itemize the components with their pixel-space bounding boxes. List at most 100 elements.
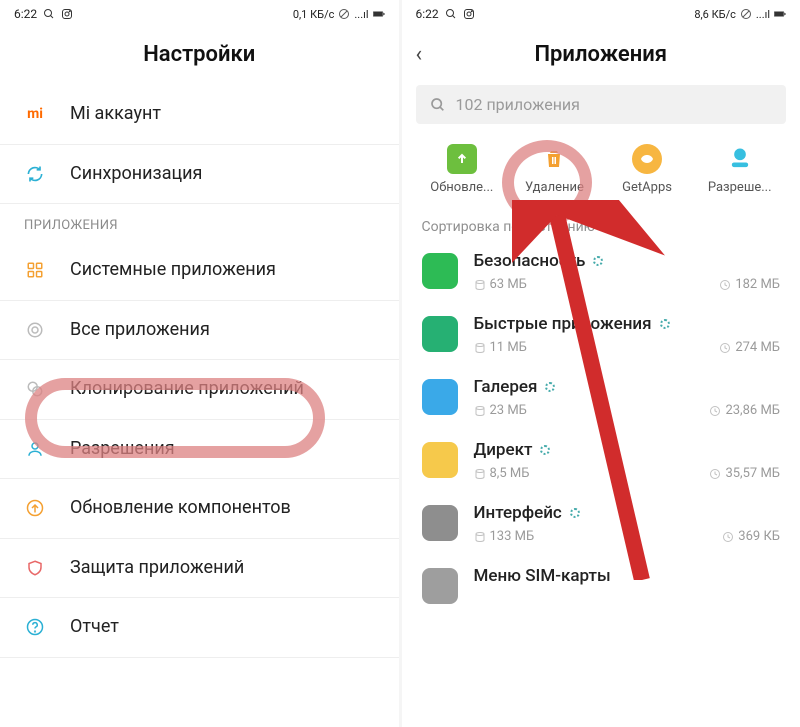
action-label: Обновле... <box>430 180 493 195</box>
clock: 6:22 <box>14 7 37 21</box>
trash-icon <box>539 144 569 174</box>
sort-dropdown[interactable]: Сортировка по состоянию ⌄ <box>402 209 800 241</box>
app-icon <box>422 568 458 604</box>
circle-ring-icon <box>24 319 46 341</box>
row-all-apps[interactable]: Все приложения <box>0 301 399 361</box>
app-item-quickapps[interactable]: Быстрые приложения 11 МБ 274 МБ <box>402 304 800 367</box>
row-system-apps[interactable]: Системные приложения <box>0 241 399 301</box>
no-sim-icon <box>338 8 350 20</box>
chevron-down-icon: ⌄ <box>603 219 615 235</box>
search-icon <box>43 8 55 20</box>
battery-icon <box>373 8 385 20</box>
row-clone-apps[interactable]: Клонирование приложений <box>0 360 399 420</box>
upload-icon <box>24 497 46 519</box>
row-label: Отчет <box>70 616 119 639</box>
action-permissions[interactable]: Разреше... <box>693 144 786 195</box>
title-bar: Настройки <box>0 28 399 85</box>
clock-icon <box>709 405 721 417</box>
battery-icon <box>774 8 786 20</box>
row-label: Синхронизация <box>70 163 202 186</box>
app-icon <box>422 253 458 289</box>
clock: 6:22 <box>416 7 439 21</box>
network-speed: 8,6 КБ/с <box>694 8 736 21</box>
row-sync[interactable]: Синхронизация <box>0 145 399 205</box>
loading-icon <box>540 445 550 455</box>
app-item-direct[interactable]: Директ 8,5 МБ 35,57 МБ <box>402 430 800 493</box>
mi-logo-icon: mi <box>24 103 46 125</box>
search-icon <box>430 97 446 113</box>
clone-icon <box>24 378 46 400</box>
app-name: Быстрые приложения <box>474 314 652 334</box>
storage-icon <box>474 342 486 354</box>
app-name: Интерфейс <box>474 503 562 523</box>
row-mi-account[interactable]: mi Mi аккаунт <box>0 85 399 145</box>
page-title: Настройки <box>143 42 255 67</box>
permissions-icon <box>725 144 755 174</box>
app-item-sim-menu[interactable]: Меню SIM-карты <box>402 556 800 616</box>
loading-icon <box>570 508 580 518</box>
app-time: 23,86 МБ <box>725 403 780 418</box>
app-name: Директ <box>474 440 533 460</box>
app-time: 182 МБ <box>735 277 780 292</box>
updates-icon <box>447 144 477 174</box>
action-row: Обновле... Удаление GetApps Разреше... <box>402 136 800 209</box>
app-item-interface[interactable]: Интерфейс 133 МБ 369 КБ <box>402 493 800 556</box>
app-item-security[interactable]: Безопасность 63 МБ 182 МБ <box>402 241 800 304</box>
app-size: 63 МБ <box>490 277 527 292</box>
instagram-icon <box>61 8 73 20</box>
apps-screen: 6:22 8,6 КБ/с ...ıl ‹ Приложения 102 при… <box>402 0 800 727</box>
grid-icon <box>24 259 46 281</box>
no-sim-icon <box>740 8 752 20</box>
instagram-icon <box>463 8 475 20</box>
row-label: Системные приложения <box>70 259 276 282</box>
action-uninstall[interactable]: Удаление <box>508 144 601 195</box>
app-name: Галерея <box>474 377 538 397</box>
sync-icon <box>24 163 46 185</box>
signal-icon: ...ıl <box>756 8 770 21</box>
row-app-protection[interactable]: Защита приложений <box>0 539 399 599</box>
settings-list: mi Mi аккаунт Синхронизация ПРИЛОЖЕНИЯ С… <box>0 85 399 727</box>
app-list: Безопасность 63 МБ 182 МБ Быстрые прилож… <box>402 241 800 727</box>
app-icon <box>422 505 458 541</box>
page-title: Приложения <box>534 42 667 67</box>
shield-icon <box>24 557 46 579</box>
row-components-update[interactable]: Обновление компонентов <box>0 479 399 539</box>
row-label: Защита приложений <box>70 557 244 580</box>
sort-label: Сортировка по состоянию <box>422 219 596 235</box>
app-icon <box>422 442 458 478</box>
action-label: GetApps <box>622 180 672 195</box>
app-size: 133 МБ <box>490 529 535 544</box>
status-bar: 6:22 0,1 КБ/с ...ıl <box>0 0 399 28</box>
question-icon <box>24 616 46 638</box>
row-label: Разрешения <box>70 438 175 461</box>
clock-icon <box>719 279 731 291</box>
search-input[interactable]: 102 приложения <box>416 85 787 124</box>
title-bar: ‹ Приложения <box>402 28 800 85</box>
row-report[interactable]: Отчет <box>0 598 399 658</box>
row-permissions[interactable]: Разрешения <box>0 420 399 480</box>
app-name: Безопасность <box>474 251 586 271</box>
storage-icon <box>474 531 486 543</box>
app-time: 274 МБ <box>735 340 780 355</box>
search-placeholder: 102 приложения <box>456 95 580 114</box>
row-label: Все приложения <box>70 319 210 342</box>
app-icon <box>422 379 458 415</box>
settings-screen: 6:22 0,1 КБ/с ...ıl Настройки mi Mi акка… <box>0 0 399 727</box>
loading-icon <box>593 256 603 266</box>
app-size: 8,5 МБ <box>490 466 530 481</box>
app-size: 11 МБ <box>490 340 527 355</box>
loading-icon <box>660 319 670 329</box>
back-button[interactable]: ‹ <box>416 42 423 67</box>
clock-icon <box>709 468 721 480</box>
action-label: Разреше... <box>708 180 772 195</box>
app-time: 35,57 МБ <box>725 466 780 481</box>
row-label: Обновление компонентов <box>70 497 291 520</box>
clock-icon <box>722 531 734 543</box>
app-item-gallery[interactable]: Галерея 23 МБ 23,86 МБ <box>402 367 800 430</box>
action-updates[interactable]: Обновле... <box>416 144 509 195</box>
status-bar: 6:22 8,6 КБ/с ...ıl <box>402 0 800 28</box>
app-icon <box>422 316 458 352</box>
storage-icon <box>474 279 486 291</box>
action-getapps[interactable]: GetApps <box>601 144 694 195</box>
app-time: 369 КБ <box>738 529 780 544</box>
